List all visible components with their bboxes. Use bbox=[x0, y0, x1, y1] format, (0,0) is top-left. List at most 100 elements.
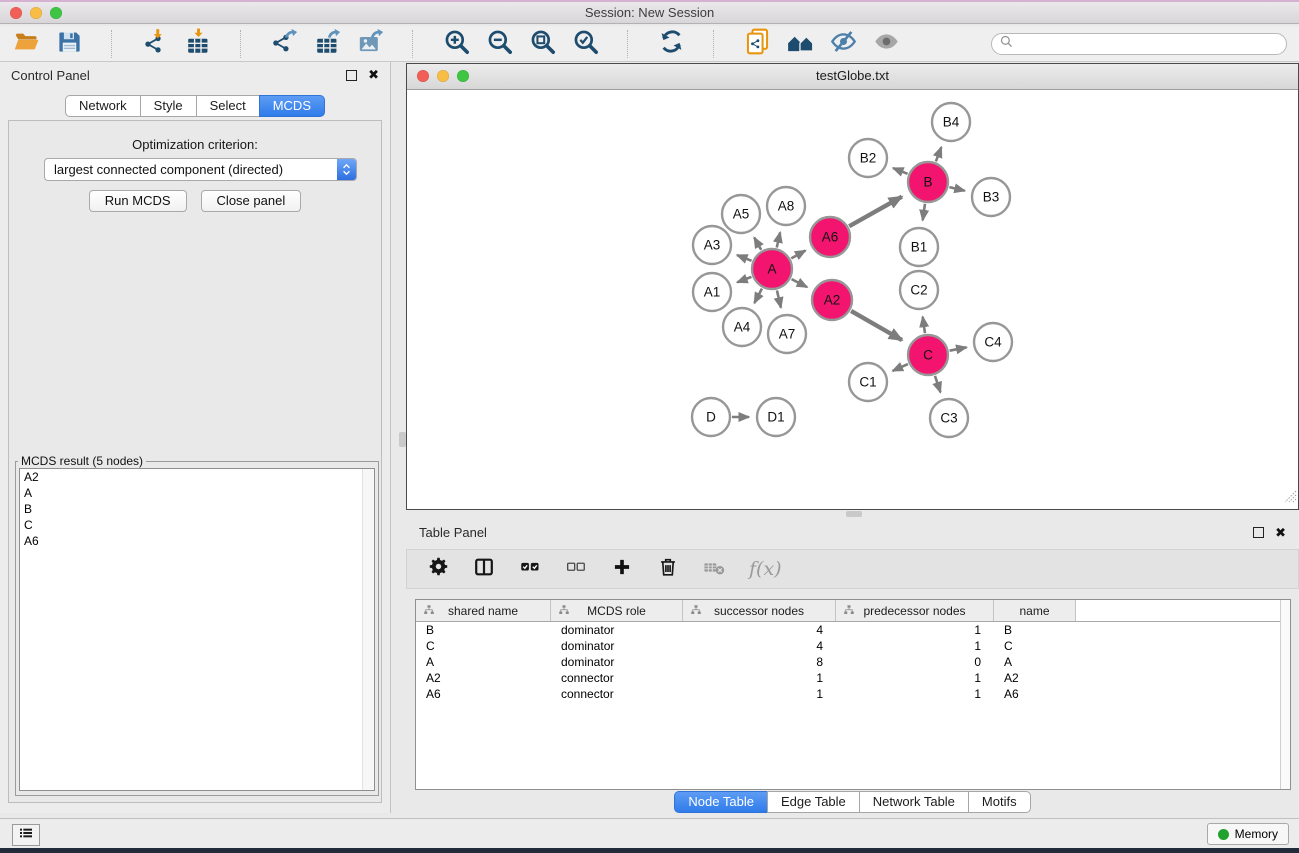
float-table-panel-icon[interactable] bbox=[1253, 527, 1264, 538]
node-A5[interactable]: A5 bbox=[722, 195, 760, 233]
edge-A-A7[interactable] bbox=[777, 290, 781, 307]
node-A7[interactable]: A7 bbox=[768, 315, 806, 353]
window-minimize-button[interactable] bbox=[30, 7, 42, 19]
node-D1[interactable]: D1 bbox=[757, 398, 795, 436]
node-A1[interactable]: A1 bbox=[693, 273, 731, 311]
node-A6[interactable]: A6 bbox=[810, 217, 850, 257]
node-C2[interactable]: C2 bbox=[900, 271, 938, 309]
column-header-MCDS-role[interactable]: MCDS role bbox=[551, 600, 683, 621]
export-table-button[interactable] bbox=[313, 30, 341, 58]
network-window-titlebar[interactable]: testGlobe.txt bbox=[407, 64, 1298, 90]
edge-A-A6[interactable] bbox=[791, 251, 805, 259]
float-panel-icon[interactable] bbox=[346, 70, 357, 81]
network-zoom-button[interactable] bbox=[457, 70, 469, 82]
node-D[interactable]: D bbox=[692, 398, 730, 436]
column-header-shared-name[interactable]: shared name bbox=[416, 600, 551, 621]
node-B[interactable]: B bbox=[908, 162, 948, 202]
export-network-button[interactable] bbox=[270, 30, 298, 58]
tab-motifs[interactable]: Motifs bbox=[968, 791, 1031, 813]
edge-C-C3[interactable] bbox=[935, 376, 941, 393]
result-list-scrollbar[interactable] bbox=[362, 469, 374, 790]
window-close-button[interactable] bbox=[10, 7, 22, 19]
mcds-result-item[interactable]: B bbox=[20, 501, 374, 517]
close-table-panel-icon[interactable]: ✖ bbox=[1275, 528, 1286, 538]
search-input[interactable] bbox=[1018, 36, 1279, 52]
tab-edge-table[interactable]: Edge Table bbox=[767, 791, 860, 813]
network-minimize-button[interactable] bbox=[437, 70, 449, 82]
deselect-all-button[interactable] bbox=[565, 557, 587, 581]
search-box[interactable] bbox=[991, 33, 1287, 55]
edge-A2-C[interactable] bbox=[851, 311, 902, 340]
new-network-from-selection-button[interactable] bbox=[743, 30, 771, 58]
hide-selected-button[interactable] bbox=[829, 30, 857, 58]
create-column-button[interactable] bbox=[611, 557, 633, 581]
task-history-button[interactable] bbox=[12, 824, 40, 846]
edge-A-A5[interactable] bbox=[754, 238, 761, 250]
memory-button[interactable]: Memory bbox=[1207, 823, 1289, 845]
node-C3[interactable]: C3 bbox=[930, 399, 968, 437]
edge-A-A4[interactable] bbox=[754, 289, 761, 303]
tab-style[interactable]: Style bbox=[140, 95, 197, 117]
import-network-button[interactable] bbox=[141, 30, 169, 58]
edge-C-C1[interactable] bbox=[893, 364, 908, 371]
node-A4[interactable]: A4 bbox=[723, 308, 761, 346]
network-close-button[interactable] bbox=[417, 70, 429, 82]
edge-B-B1[interactable] bbox=[923, 204, 925, 220]
edge-A6-B[interactable] bbox=[849, 197, 902, 227]
first-neighbors-button[interactable] bbox=[786, 30, 814, 58]
table-row[interactable]: Adominator80A bbox=[416, 654, 1290, 670]
network-canvas[interactable]: B4B2BB3A8A5A6A3B1AC2A1A2A4A7C4CC1C3DD1 bbox=[407, 89, 1298, 509]
criterion-dropdown[interactable]: largest connected component (directed) bbox=[44, 158, 357, 181]
edge-A-A2[interactable] bbox=[792, 279, 808, 287]
mcds-result-item[interactable]: A2 bbox=[20, 469, 374, 485]
edge-A-A1[interactable] bbox=[737, 277, 751, 282]
vertical-splitter-handle[interactable] bbox=[399, 432, 406, 447]
select-all-button[interactable] bbox=[519, 557, 541, 581]
node-C4[interactable]: C4 bbox=[974, 323, 1012, 361]
window-resize-grip[interactable] bbox=[1284, 490, 1297, 508]
node-A2[interactable]: A2 bbox=[812, 280, 852, 320]
column-header-name[interactable]: name bbox=[994, 600, 1076, 621]
node-A[interactable]: A bbox=[752, 249, 792, 289]
tab-mcds[interactable]: MCDS bbox=[259, 95, 325, 117]
node-B4[interactable]: B4 bbox=[932, 103, 970, 141]
tab-select[interactable]: Select bbox=[196, 95, 260, 117]
table-row[interactable]: Bdominator41B bbox=[416, 622, 1290, 638]
zoom-out-button[interactable] bbox=[485, 30, 513, 58]
close-panel-icon[interactable]: ✖ bbox=[368, 70, 379, 80]
column-header-successor-nodes[interactable]: successor nodes bbox=[683, 600, 836, 621]
mcds-result-list[interactable]: A2ABCA6 bbox=[19, 468, 375, 791]
open-session-button[interactable] bbox=[12, 30, 40, 58]
tab-node-table[interactable]: Node Table bbox=[674, 791, 768, 813]
node-B1[interactable]: B1 bbox=[900, 228, 938, 266]
node-B2[interactable]: B2 bbox=[849, 139, 887, 177]
edge-B-B3[interactable] bbox=[949, 187, 964, 191]
table-row[interactable]: Cdominator41C bbox=[416, 638, 1290, 654]
edge-C-C4[interactable] bbox=[950, 347, 967, 350]
node-A8[interactable]: A8 bbox=[767, 187, 805, 225]
apply-layout-button[interactable] bbox=[657, 30, 685, 58]
show-all-button[interactable] bbox=[872, 30, 900, 58]
table-row[interactable]: A2connector11A2 bbox=[416, 670, 1290, 686]
mcds-result-item[interactable]: C bbox=[20, 517, 374, 533]
zoom-in-button[interactable] bbox=[442, 30, 470, 58]
column-header-predecessor-nodes[interactable]: predecessor nodes bbox=[836, 600, 994, 621]
export-image-button[interactable] bbox=[356, 30, 384, 58]
edge-A-A3[interactable] bbox=[737, 255, 752, 261]
node-C[interactable]: C bbox=[908, 335, 948, 375]
delete-column-button[interactable] bbox=[657, 557, 679, 581]
window-zoom-button[interactable] bbox=[50, 7, 62, 19]
edge-B-B4[interactable] bbox=[936, 147, 941, 161]
zoom-selected-button[interactable] bbox=[571, 30, 599, 58]
mcds-result-item[interactable]: A6 bbox=[20, 533, 374, 549]
save-session-button[interactable] bbox=[55, 30, 83, 58]
tab-network[interactable]: Network bbox=[65, 95, 141, 117]
edge-B-B2[interactable] bbox=[893, 168, 908, 174]
table-scrollbar[interactable] bbox=[1280, 600, 1290, 789]
node-B3[interactable]: B3 bbox=[972, 178, 1010, 216]
zoom-fit-button[interactable] bbox=[528, 30, 556, 58]
table-options-button[interactable] bbox=[427, 557, 449, 581]
tab-network-table[interactable]: Network Table bbox=[859, 791, 969, 813]
close-panel-button[interactable]: Close panel bbox=[201, 190, 302, 212]
run-mcds-button[interactable]: Run MCDS bbox=[89, 190, 187, 212]
